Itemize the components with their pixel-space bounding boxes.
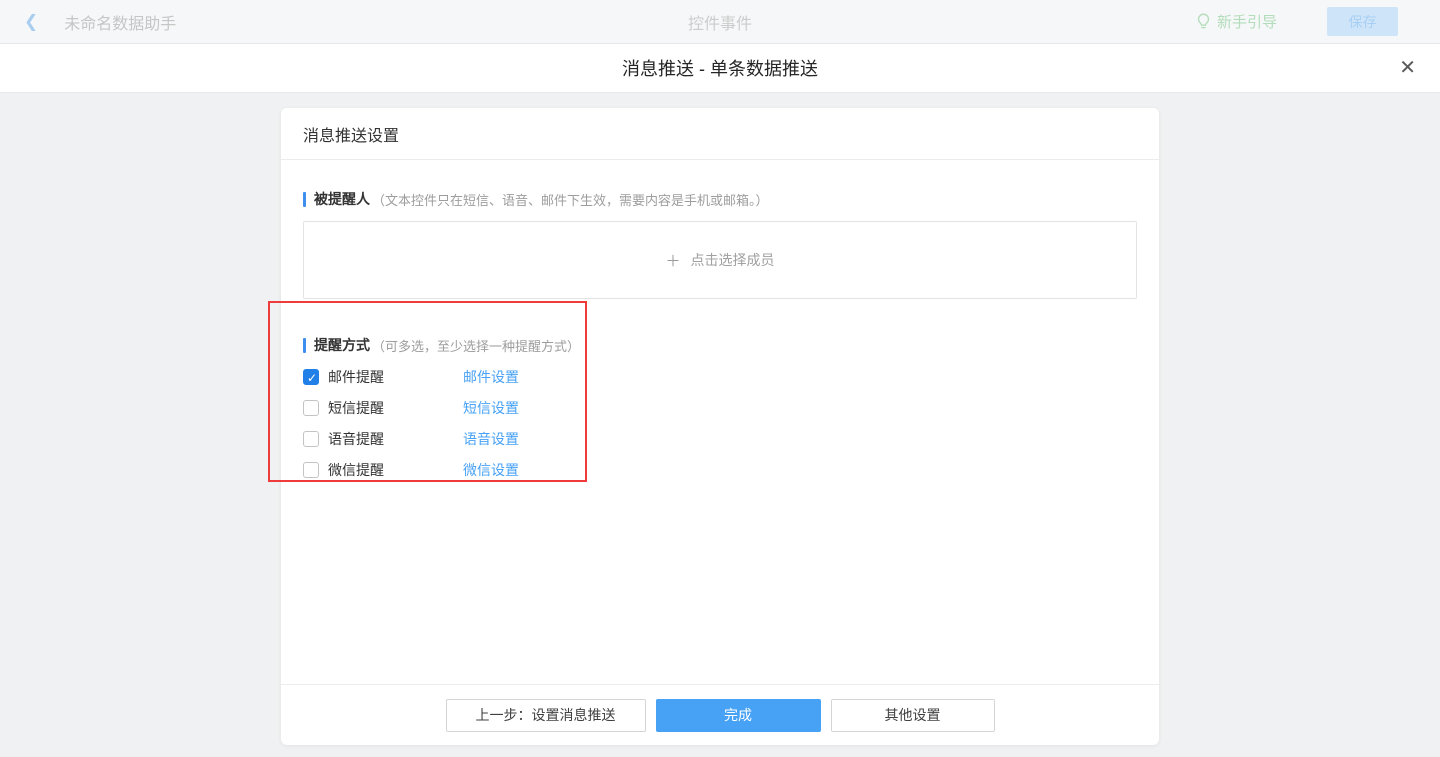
email-remind-label: 邮件提醒	[328, 367, 384, 387]
assistant-title: 未命名数据助手	[64, 10, 176, 34]
plus-icon: ＋	[665, 250, 680, 271]
voice-remind-label: 语音提醒	[328, 429, 384, 449]
email-settings-link[interactable]: 邮件设置	[463, 367, 519, 387]
recipients-section-heading: 被提醒人 （文本控件只在短信、语音、邮件下生效，需要内容是手机或邮箱。）	[303, 189, 1137, 209]
section-bar-icon	[303, 338, 306, 353]
recipients-label: 被提醒人	[314, 189, 370, 209]
beginner-guide-button[interactable]: 新手引导	[1196, 11, 1277, 32]
wechat-remind-checkbox[interactable]	[303, 462, 319, 478]
save-button[interactable]: 保存	[1327, 7, 1398, 36]
voice-settings-link[interactable]: 语音设置	[463, 429, 519, 449]
close-icon[interactable]: ✕	[1399, 58, 1416, 78]
guide-label: 新手引导	[1217, 11, 1277, 32]
wechat-remind-label: 微信提醒	[328, 460, 384, 480]
remind-methods-section: 提醒方式 （可多选，至少选择一种提醒方式） 邮件提醒 邮件设置 短信提醒 短信设…	[303, 335, 1137, 479]
done-button[interactable]: 完成	[656, 699, 821, 732]
message-push-settings-card: 消息推送设置 被提醒人 （文本控件只在短信、语音、邮件下生效，需要内容是手机或邮…	[281, 108, 1159, 745]
topbar: ❮ 未命名数据助手 控件事件 新手引导 保存	[0, 0, 1440, 44]
remind-methods-label: 提醒方式	[314, 335, 370, 355]
sms-remind-checkbox[interactable]	[303, 400, 319, 416]
lightbulb-icon	[1196, 13, 1211, 30]
remind-option-row-voice: 语音提醒 语音设置	[303, 430, 1137, 448]
card-title: 消息推送设置	[281, 108, 1159, 160]
recipients-note: （文本控件只在短信、语音、邮件下生效，需要内容是手机或邮箱。）	[372, 190, 769, 209]
select-members-label: 点击选择成员	[691, 250, 775, 270]
sms-remind-label: 短信提醒	[328, 398, 384, 418]
section-bar-icon	[303, 192, 306, 207]
sms-settings-link[interactable]: 短信设置	[463, 398, 519, 418]
remind-methods-note: （可多选，至少选择一种提醒方式）	[372, 336, 580, 355]
remind-option-row-sms: 短信提醒 短信设置	[303, 399, 1137, 417]
card-footer: 上一步：设置消息推送 完成 其他设置	[281, 684, 1159, 745]
email-remind-checkbox[interactable]	[303, 369, 319, 385]
wechat-settings-link[interactable]: 微信设置	[463, 460, 519, 480]
remind-option-row-wechat: 微信提醒 微信设置	[303, 461, 1137, 479]
other-settings-button[interactable]: 其他设置	[831, 699, 995, 732]
remind-option-row-email: 邮件提醒 邮件设置	[303, 368, 1137, 386]
voice-remind-checkbox[interactable]	[303, 431, 319, 447]
previous-step-button[interactable]: 上一步：设置消息推送	[446, 699, 646, 732]
remind-methods-heading: 提醒方式 （可多选，至少选择一种提醒方式）	[303, 335, 1137, 355]
modal-header: 消息推送 - 单条数据推送 ✕	[0, 44, 1440, 93]
modal-title: 消息推送 - 单条数据推送	[622, 55, 818, 81]
select-members-button[interactable]: ＋ 点击选择成员	[303, 221, 1137, 299]
back-icon[interactable]: ❮	[24, 13, 38, 30]
